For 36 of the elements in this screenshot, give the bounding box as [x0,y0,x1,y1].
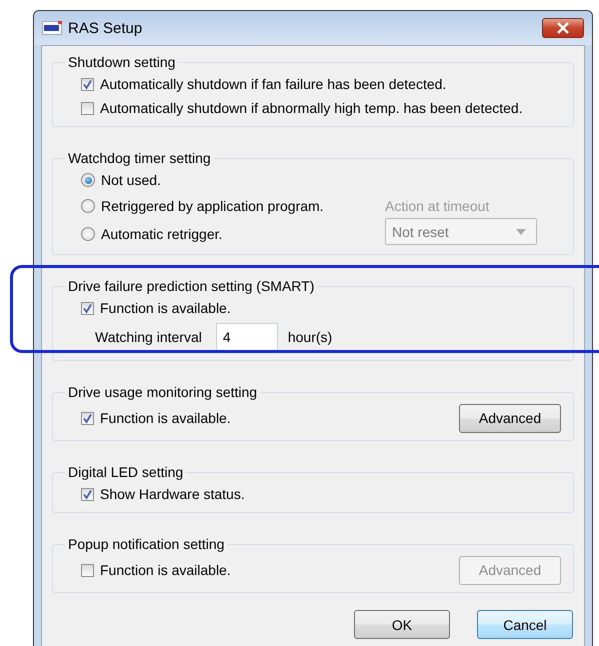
radio-button[interactable] [81,173,95,187]
checkbox-label[interactable]: Automatically shutdown if fan failure has been detected. [100,76,446,92]
group-title: Watchdog timer setting [67,150,212,166]
dropdown-arrow-icon [516,228,526,234]
radio-label[interactable]: Not used. [101,172,161,188]
checkbox[interactable] [81,412,94,424]
app-icon [42,21,62,35]
checkbox-label[interactable]: Function is available. [100,562,231,578]
checkbox[interactable] [81,102,94,114]
radio-button[interactable] [81,227,95,241]
dialog-button[interactable]: Cancel [477,610,573,639]
group-title: Digital LED setting [67,464,184,480]
checkbox[interactable] [81,488,94,500]
window-title: RAS Setup [68,20,144,36]
field-label: Action at timeout [385,198,490,214]
checkbox-label[interactable]: Function is available. [100,300,231,316]
dialog-button[interactable]: OK [354,610,450,639]
group-title: Drive failure prediction setting (SMART) [67,278,316,294]
group-title: Shutdown setting [67,54,176,70]
radio-button[interactable] [81,199,95,213]
close-button[interactable] [542,18,584,38]
checkbox[interactable] [81,78,94,90]
interval-input-field[interactable]: 4 [216,323,278,351]
field-label: Watching interval [95,329,202,345]
group-title: Popup notification setting [67,536,226,552]
checkbox[interactable] [81,564,94,576]
checkbox-label[interactable]: Show Hardware status. [100,486,245,502]
radio-label[interactable]: Automatic retrigger. [101,226,222,242]
advanced-button[interactable]: Advanced [459,404,561,432]
close-icon [556,22,570,34]
checkbox-label[interactable]: Automatically shutdown if abnormally high temp. has been detected. [100,100,523,116]
checkbox-label[interactable]: Function is available. [100,410,231,426]
checkbox[interactable] [81,302,94,314]
group-title: Drive usage monitoring setting [67,384,258,400]
unit-label: hour(s) [288,329,332,345]
radio-label[interactable]: Retriggered by application program. [101,198,324,214]
